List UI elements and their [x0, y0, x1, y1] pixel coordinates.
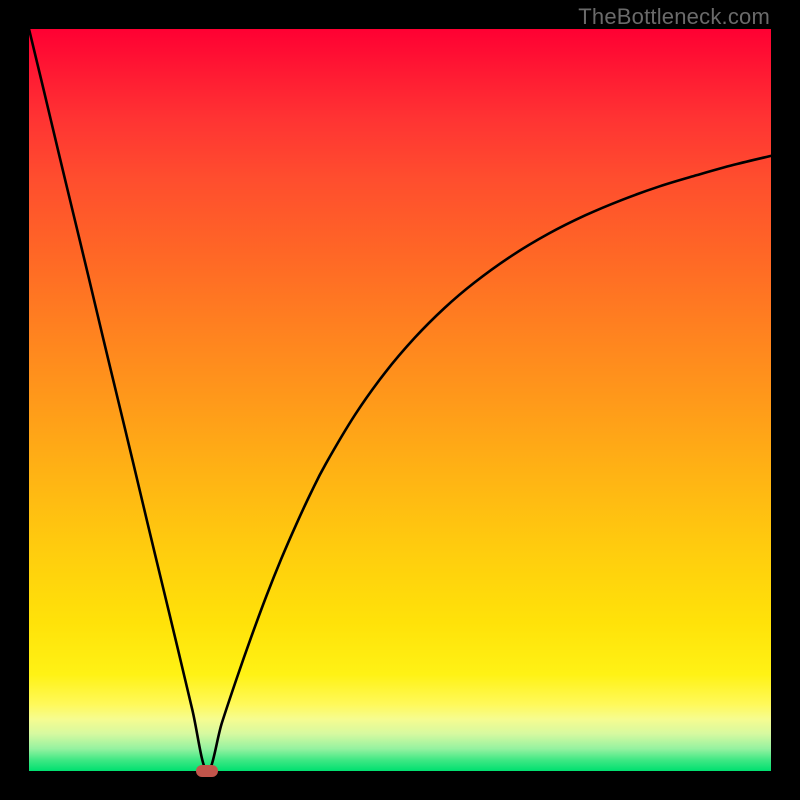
attribution-text: TheBottleneck.com [578, 4, 770, 30]
minimum-marker [196, 765, 218, 777]
chart-frame: TheBottleneck.com [0, 0, 800, 800]
curve-svg [29, 29, 771, 771]
chart-plot-area [29, 29, 771, 771]
bottleneck-curve [29, 29, 771, 771]
